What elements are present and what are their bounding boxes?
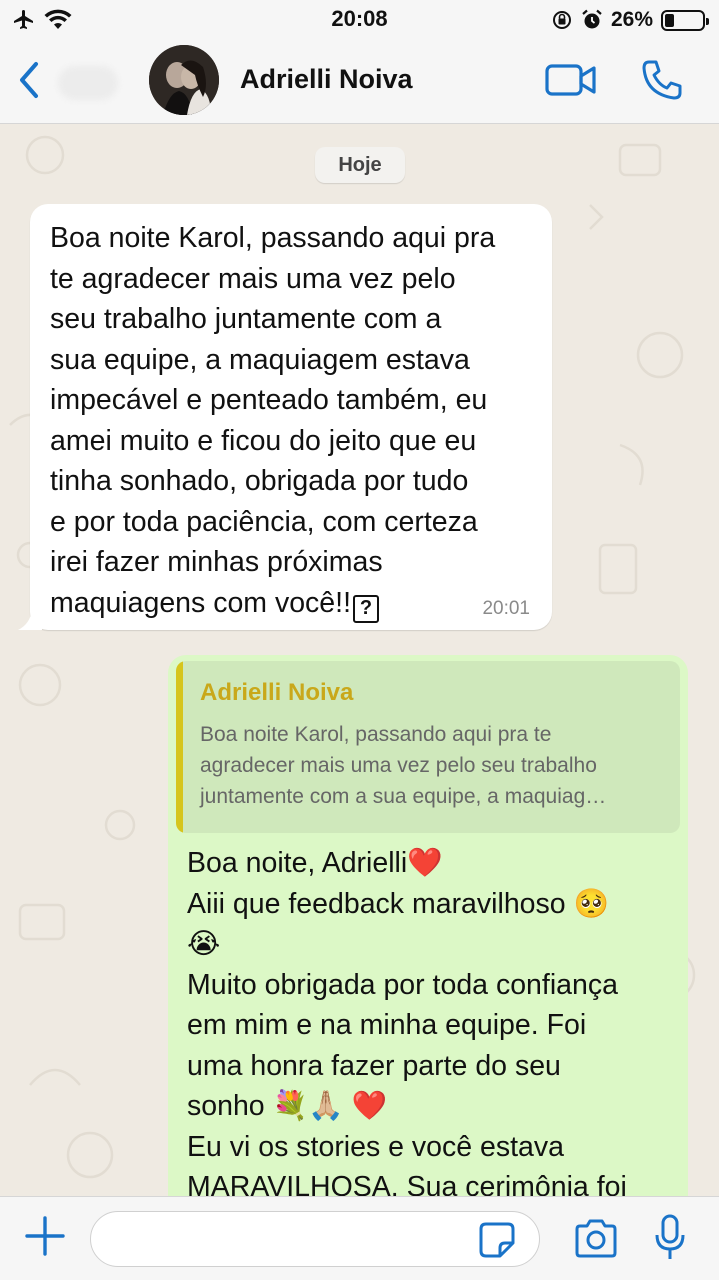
- back-chevron-icon[interactable]: [14, 58, 44, 102]
- heart-emoji: ❤️: [407, 846, 443, 879]
- pleading-face-emoji: 🥺: [573, 886, 610, 920]
- date-chip: Hoje: [315, 147, 405, 183]
- status-time: 20:08: [331, 6, 388, 31]
- contact-name[interactable]: Adrielli Noiva: [240, 64, 413, 95]
- video-call-icon[interactable]: [545, 60, 597, 100]
- sticker-icon[interactable]: [478, 1221, 516, 1259]
- quote-bar: [176, 661, 183, 833]
- quoted-message[interactable]: Adrielli Noiva Boa noite Karol, passando…: [176, 661, 680, 833]
- pray-emoji: 🙏🏼: [308, 1089, 344, 1122]
- avatar[interactable]: [149, 45, 219, 115]
- quote-author: Adrielli Noiva: [200, 679, 354, 706]
- phone-call-icon[interactable]: [640, 58, 684, 102]
- crying-face-emoji: 😭: [187, 927, 221, 960]
- heart-emoji: ❤️: [351, 1089, 388, 1122]
- unread-count-blurred: [58, 66, 118, 100]
- status-bar: 20:08 26%: [0, 0, 719, 40]
- plus-icon[interactable]: [24, 1215, 66, 1257]
- outgoing-message[interactable]: Adrielli Noiva Boa noite Karol, passando…: [168, 655, 688, 1196]
- bouquet-emoji: 💐: [272, 1089, 309, 1122]
- message-input-bar: [0, 1196, 719, 1280]
- battery-fill: [665, 13, 675, 27]
- message-input[interactable]: [90, 1211, 540, 1267]
- bubble-tail: [18, 610, 42, 630]
- camera-icon[interactable]: [573, 1217, 619, 1261]
- quote-text: Boa noite Karol, passando aqui pra te ag…: [200, 723, 607, 808]
- avatar-photo-icon: [149, 45, 219, 115]
- message-timestamp: 20:01: [482, 598, 530, 619]
- outgoing-message-text: Boa noite, Adrielli❤️ Aiii que feedback …: [187, 846, 627, 1196]
- unsupported-glyph-icon: ?: [353, 594, 379, 623]
- incoming-message-text: Boa noite Karol, passando aqui pra te ag…: [50, 218, 534, 623]
- incoming-message[interactable]: Boa noite Karol, passando aqui pra te ag…: [18, 204, 552, 630]
- chat-header: Adrielli Noiva: [0, 40, 719, 124]
- battery-icon: [661, 9, 709, 31]
- microphone-icon[interactable]: [654, 1213, 686, 1263]
- chat-area[interactable]: Hoje Boa noite Karol, passando aqui pra …: [0, 125, 719, 1196]
